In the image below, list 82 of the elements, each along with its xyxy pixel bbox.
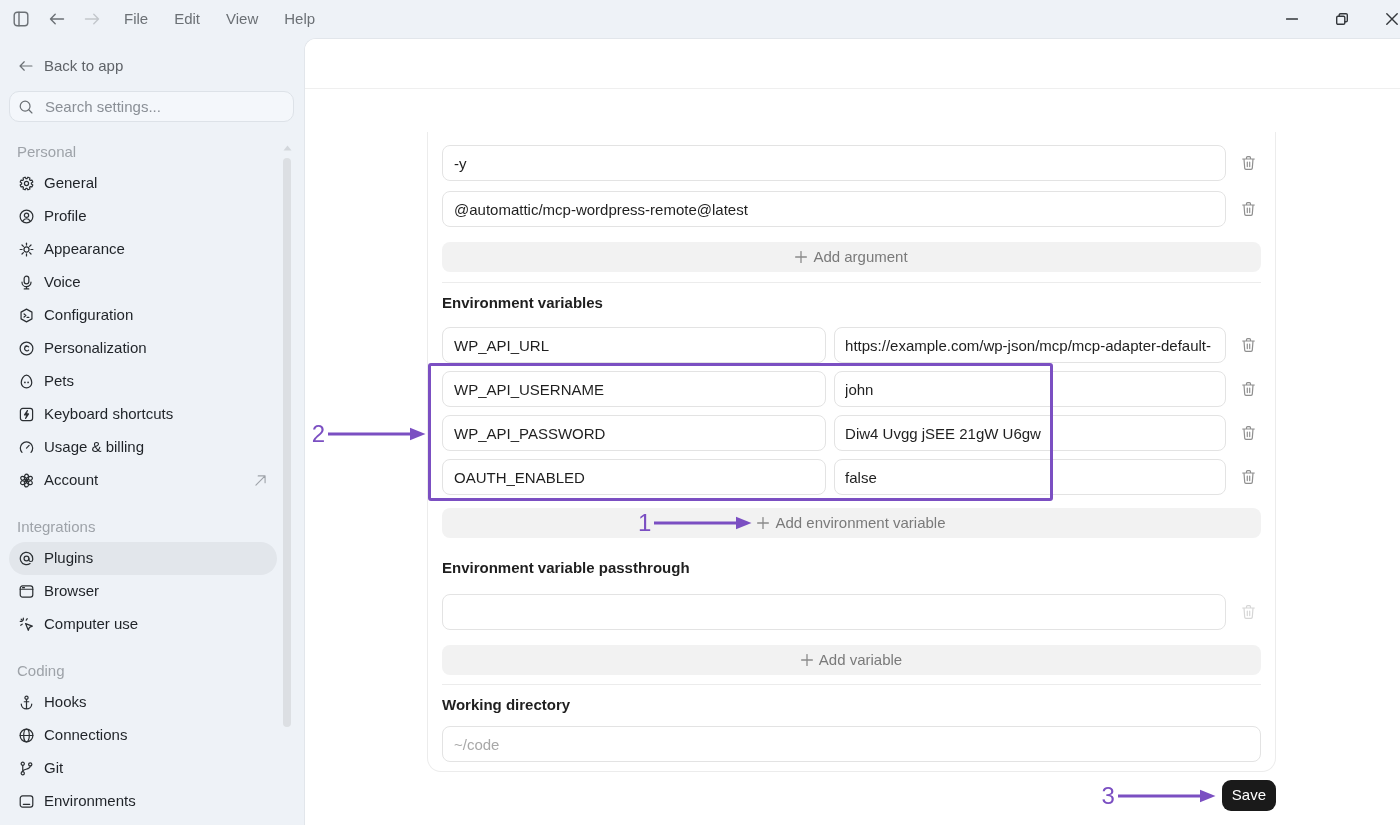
gear-icon [19,176,34,191]
trash-icon[interactable] [1242,426,1256,440]
sidebar-item[interactable]: Personalization [9,332,277,365]
argument-field[interactable]: @automattic/mcp-wordpress-remote@latest [442,191,1227,227]
back-link[interactable]: Back to app [19,52,124,80]
sidebar-item[interactable]: Appearance [9,233,277,266]
callout-number: 3 [1101,782,1115,809]
menu-item[interactable]: View [226,9,259,29]
egg-face-icon [19,374,34,389]
globe-icon [19,728,34,743]
callout-number: 2 [311,421,325,447]
sidebar-item[interactable]: Browser [9,575,277,608]
section-heading: Coding [16,661,66,682]
sidebar-item[interactable]: Computer use [9,608,277,641]
menu-item[interactable]: Help [284,9,316,29]
variable-name-field[interactable]: WP_API_USERNAME [442,371,827,407]
anchor-icon [19,695,34,710]
trash-icon[interactable] [1242,202,1256,216]
sidebar-item[interactable]: Voice [9,266,277,299]
sidebar-item[interactable]: Pets [9,365,277,398]
at-sign-icon [19,551,34,566]
sidebar-item[interactable]: Account [9,464,277,497]
variable-value-field[interactable]: john [834,371,1227,407]
section-heading: Personal [16,142,78,163]
plus-icon [800,654,813,666]
trash-icon[interactable] [1242,156,1256,170]
variable-field[interactable] [442,594,1227,630]
variable-value-field[interactable]: https://example.com/wp-json/mcp/mcp-adapter-default- [834,327,1227,363]
callout-number: 1 [638,510,652,536]
menu-item[interactable]: File [124,9,149,29]
monitor-icon [19,794,34,809]
section-title: Environment variable passthrough [442,558,691,578]
variable-value-field[interactable]: false [834,459,1227,495]
sidebar-item[interactable]: Plugins [9,542,277,575]
sidebar-toggle-icon[interactable] [13,11,29,27]
add-variable-button[interactable]: Add variable [442,645,1261,675]
trash-icon[interactable] [1242,382,1256,396]
right-arrow-icon [1117,788,1216,803]
sidebar-item[interactable]: Configuration [9,299,277,332]
trash-icon[interactable] [1242,338,1256,352]
sidebar-item[interactable]: Git [9,752,277,785]
section-title: Working directory [442,695,572,715]
sidebar-item[interactable]: Usage & billing [9,431,277,464]
gauge-icon [19,440,34,455]
sidebar-item[interactable]: Hooks [9,686,277,719]
section-heading: Integrations [16,517,97,538]
argument-field[interactable]: -y [442,145,1227,181]
sidebar-item[interactable]: Connections [9,719,277,752]
section-title: Environment variables [442,293,604,313]
search-icon [19,99,33,114]
sidebar-item[interactable]: General [9,167,277,200]
variable-value-field[interactable]: Diw4 Uvgg jSEE 21gW U6gw [834,415,1227,451]
trash-icon[interactable] [1242,470,1256,484]
microphone-icon [19,275,34,290]
back-arrow-icon [19,59,33,73]
git-branch-icon [19,761,34,776]
flower-icon [19,473,34,488]
plus-icon [757,517,770,529]
sidebar-item[interactable]: Keyboard shortcuts [9,398,277,431]
menu-item[interactable]: Edit [174,9,201,29]
restore-icon[interactable] [1336,13,1348,25]
sidebar-item[interactable]: Profile [9,200,277,233]
sidebar-item[interactable]: Environments [9,785,277,818]
close-icon[interactable] [1386,13,1398,25]
add-argument-button[interactable]: Add argument [442,242,1261,272]
terminal-icon [19,308,34,323]
browser-window-icon [19,584,34,599]
variable-name-field[interactable]: OAUTH_ENABLED [442,459,827,495]
sun-icon [19,242,34,257]
right-arrow-icon [654,516,753,530]
right-arrow-icon [328,427,426,441]
user-circle-icon [19,209,34,224]
plus-icon [795,251,808,263]
c-circle-icon [19,341,34,356]
cursor-sparkle-icon [19,617,34,632]
back-arrow-icon[interactable] [49,11,65,27]
variable-name-field[interactable]: WP_API_PASSWORD [442,415,827,451]
directory-field[interactable]: ~/code [442,726,1261,762]
search-field[interactable]: Search settings... [9,91,294,122]
bolt-square-icon [19,407,34,422]
variable-name-field[interactable]: WP_API_URL [442,327,827,363]
save-button[interactable]: Save [1221,780,1276,811]
